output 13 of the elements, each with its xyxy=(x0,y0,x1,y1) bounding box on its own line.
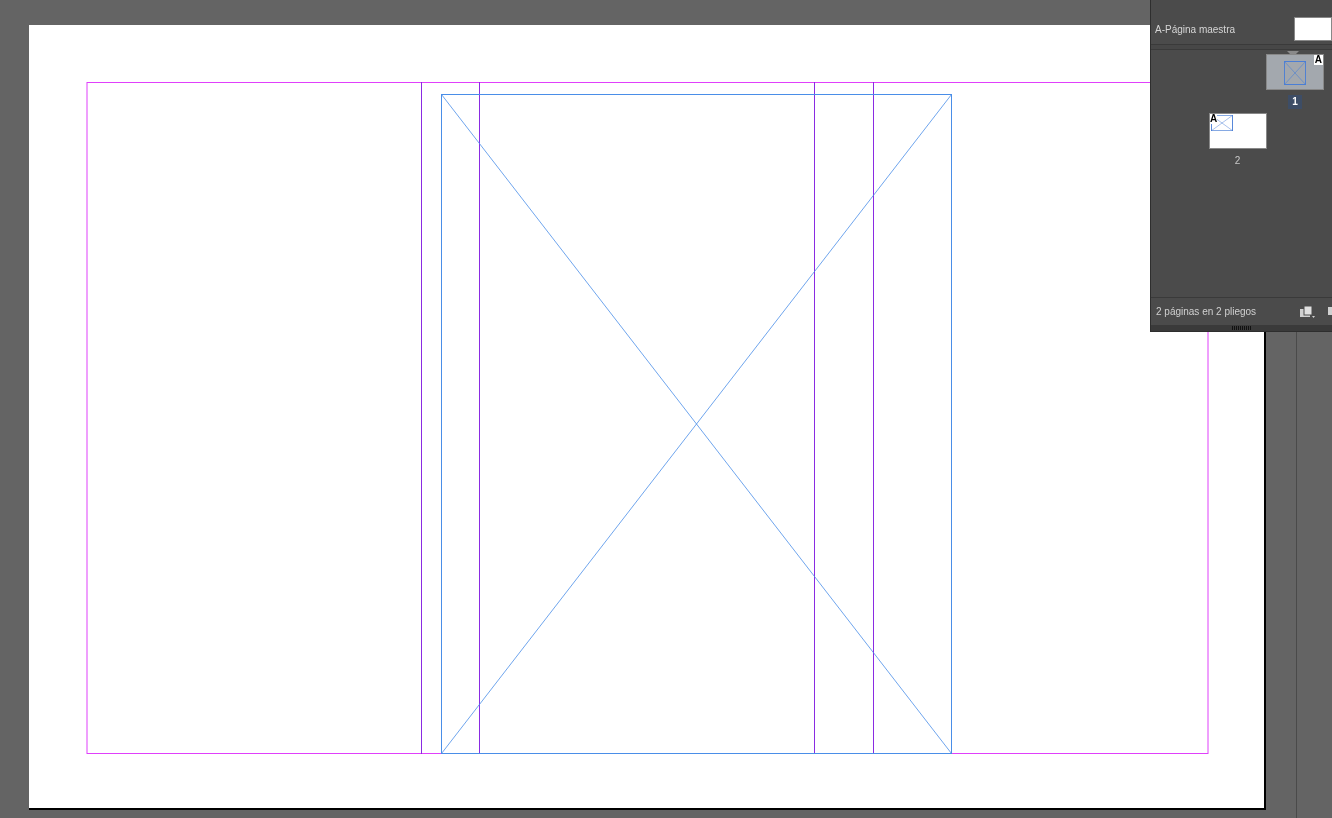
frame-placeholder-icon xyxy=(1284,61,1306,85)
master-page-label[interactable]: A-Página maestra xyxy=(1155,21,1236,37)
page-number: 1 xyxy=(1288,95,1302,109)
page-number: 2 xyxy=(1234,154,1241,168)
page-thumbnail[interactable]: A xyxy=(1266,54,1324,90)
master-prefix: A xyxy=(1210,114,1218,124)
frame-placeholder-icon xyxy=(1211,115,1233,131)
status-text: 2 páginas en 2 pliegos xyxy=(1156,305,1257,319)
page-thumbnail[interactable]: A xyxy=(1209,113,1267,149)
master-thumbnail[interactable] xyxy=(1294,17,1332,41)
pages-icon[interactable] xyxy=(1300,305,1316,318)
master-prefix: A xyxy=(1313,55,1323,65)
new-page-icon[interactable] xyxy=(1328,305,1332,318)
